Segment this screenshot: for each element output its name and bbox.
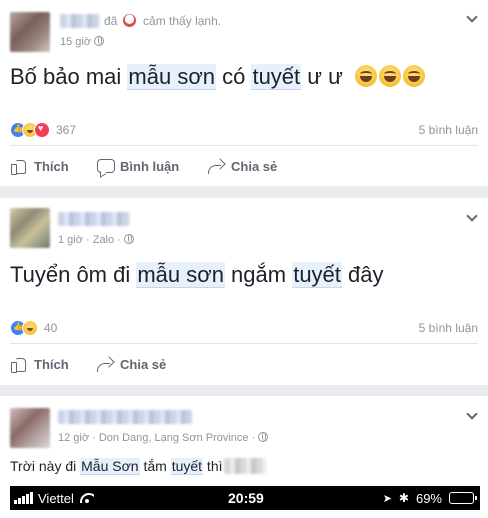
globe-icon <box>258 432 269 442</box>
clock: 20:59 <box>228 490 264 506</box>
avatar[interactable] <box>10 408 50 448</box>
comment-icon <box>96 157 115 175</box>
like-button[interactable]: Thích <box>10 353 69 375</box>
reaction-summary[interactable]: 367 <box>10 121 76 139</box>
text-segment: Bố bảo mai <box>10 64 128 89</box>
globe-icon <box>123 234 134 244</box>
share-icon <box>207 157 225 175</box>
feeling-status: đã cảm thấy lạnh. <box>104 14 221 28</box>
chevron-down-icon[interactable] <box>466 410 478 422</box>
text-segment: thì <box>203 458 223 474</box>
post-card-1: đã cảm thấy lạnh. 15 giờ Bố bảo mai mẫu … <box>0 0 488 186</box>
post-time[interactable]: 15 giờ <box>60 36 91 48</box>
author-name-blurred[interactable] <box>58 212 130 226</box>
cold-face-icon <box>122 14 136 27</box>
battery-percent: 69% <box>415 490 442 506</box>
post-time[interactable]: 1 giờ · Zalo · <box>58 234 121 246</box>
love-reaction-icon <box>34 122 50 138</box>
text-segment: tắm <box>139 458 171 474</box>
divider <box>10 343 478 344</box>
share-icon <box>96 355 114 373</box>
author-name-blurred[interactable] <box>58 410 192 424</box>
signal-strength-icon <box>14 492 33 504</box>
comment-button[interactable]: Bình luận <box>96 155 179 177</box>
hashtag-link[interactable]: Mẫu Sơn <box>80 458 140 475</box>
post-timestamp[interactable]: 12 giờ · Don Dang, Lạng Sơn Province · <box>58 432 269 444</box>
hashtag-link[interactable]: tuyết <box>170 458 204 475</box>
carrier-name: Viettel <box>38 490 74 506</box>
laughing-face-icon <box>402 65 425 87</box>
status-right: ➤ ✱ 69% <box>382 490 477 506</box>
laughing-emoji-group <box>354 65 427 93</box>
text-segment: Trời này đi <box>10 458 81 474</box>
feeling-prefix: đã <box>104 14 118 28</box>
reaction-count[interactable]: 40 <box>44 321 57 335</box>
text-segment: ngắm <box>224 262 293 287</box>
phone-status-bar: Viettel 20:59 ➤ ✱ 69% <box>10 486 480 510</box>
chevron-down-icon[interactable] <box>466 212 478 224</box>
post-text: Bố bảo mai mẫu sơn có tuyết ư ư <box>10 64 427 93</box>
share-label: Chia sẻ <box>120 356 167 372</box>
post-timestamp[interactable]: 15 giờ <box>60 36 105 48</box>
globe-icon <box>94 36 105 46</box>
hashtag-link[interactable]: tuyết <box>292 262 342 288</box>
comment-count[interactable]: 5 bình luận <box>419 321 478 335</box>
like-button[interactable]: Thích <box>10 155 69 177</box>
thumbs-up-icon <box>10 157 28 175</box>
hashtag-link[interactable]: mẫu sơn <box>127 64 216 90</box>
post-card-2: 1 giờ · Zalo · Tuyển ôm đi mẫu sơn ngắm … <box>0 198 488 385</box>
like-label: Thích <box>34 158 69 174</box>
share-button[interactable]: Chia sẻ <box>96 353 166 375</box>
reaction-summary[interactable]: 40 <box>10 319 57 337</box>
hashtag-link[interactable]: tuyết <box>251 64 302 90</box>
laughing-face-icon <box>378 65 401 87</box>
share-label: Chia sẻ <box>231 158 278 174</box>
haha-reaction-icon <box>22 320 38 336</box>
text-segment: có <box>215 64 252 89</box>
text-segment: Tuyển ôm đi <box>10 262 137 287</box>
post-text: Trời này đi Mẫu Sơn tắm tuyết thì <box>10 458 223 475</box>
feeling-label: cảm thấy lạnh. <box>143 14 222 28</box>
avatar[interactable] <box>10 208 50 248</box>
reaction-count[interactable]: 367 <box>56 123 76 137</box>
comment-count[interactable]: 5 bình luận <box>419 123 478 137</box>
bluetooth-icon: ✱ <box>398 491 409 505</box>
post-timestamp[interactable]: 1 giờ · Zalo · <box>58 234 134 246</box>
like-label: Thích <box>34 356 69 372</box>
thumbs-up-icon <box>10 355 28 373</box>
laughing-face-icon <box>354 65 377 87</box>
text-segment: ư ư <box>301 64 343 89</box>
battery-icon <box>449 492 477 504</box>
wifi-icon <box>79 493 94 503</box>
post-time[interactable]: 12 giờ · Don Dang, Lạng Sơn Province · <box>58 432 255 444</box>
share-button[interactable]: Chia sẻ <box>207 155 277 177</box>
avatar[interactable] <box>10 12 50 52</box>
chevron-down-icon[interactable] <box>466 13 478 25</box>
blurred-text <box>224 458 266 474</box>
text-segment: đây <box>341 262 384 287</box>
post-text: Tuyển ôm đi mẫu sơn ngắm tuyết đây <box>10 262 384 288</box>
comment-label: Bình luận <box>120 158 180 174</box>
divider <box>10 145 478 146</box>
location-arrow-icon: ➤ <box>382 492 392 505</box>
hashtag-link[interactable]: mẫu sơn <box>136 262 225 288</box>
author-name-blurred[interactable] <box>60 14 100 28</box>
